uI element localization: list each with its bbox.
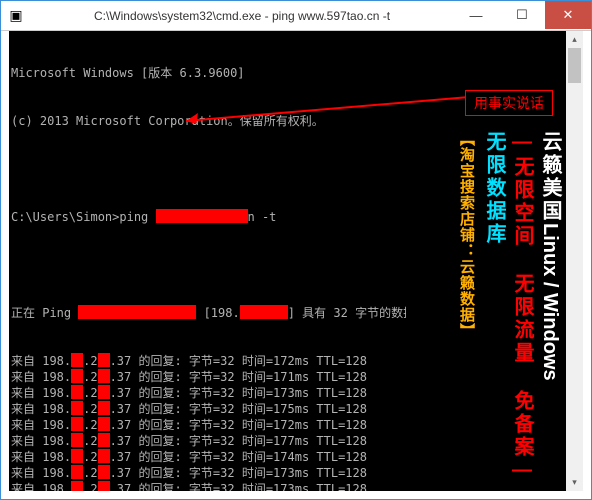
censored-ip [240,305,288,319]
scrollbar: ▴ ▾ [566,31,583,491]
window-controls: — ☐ ✕ [453,1,591,30]
scroll-up-button[interactable]: ▴ [566,31,583,48]
minimize-button[interactable]: — [453,1,499,29]
ad-line-3: 无限数据库 [480,131,508,487]
ad-line-2: —无限空间 无限流量 免备案— [508,131,536,487]
scroll-thumb[interactable] [568,48,581,83]
cmd-icon: ▣ [1,1,31,31]
titlebar[interactable]: ▣ C:\Windows\system32\cmd.exe - ping www… [1,1,591,31]
scroll-down-button[interactable]: ▾ [566,474,583,491]
pinging-prefix: 正在 Ping [11,306,78,320]
ip-prefix: [198. [196,306,239,320]
content-area: Microsoft Windows [版本 6.3.9600] (c) 2013… [1,31,591,499]
maximize-button[interactable]: ☐ [499,1,545,29]
censored-host [156,209,248,223]
pinging-suffix: ] 具有 32 字节的数据: [288,306,423,320]
cmd-window: ▣ C:\Windows\system32\cmd.exe - ping www… [0,0,592,500]
ad-overlay: 云籁美国Linux / Windows —无限空间 无限流量 免备案— 无限数据… [406,127,566,491]
prompt-suffix: n -t [248,210,277,224]
annotation-callout: 用事实说话 [465,90,553,116]
ad-line-4: 【淘宝搜索店铺：云籁数据】 [452,131,480,487]
censored-host [78,305,196,319]
scroll-track[interactable] [566,48,583,474]
ad-line-1: 云籁美国Linux / Windows [536,131,564,487]
prompt-prefix: C:\Users\Simon>ping [11,210,156,224]
window-title: C:\Windows\system32\cmd.exe - ping www.5… [31,9,453,23]
close-button[interactable]: ✕ [545,1,591,29]
header-line: Microsoft Windows [版本 6.3.9600] [11,65,583,81]
